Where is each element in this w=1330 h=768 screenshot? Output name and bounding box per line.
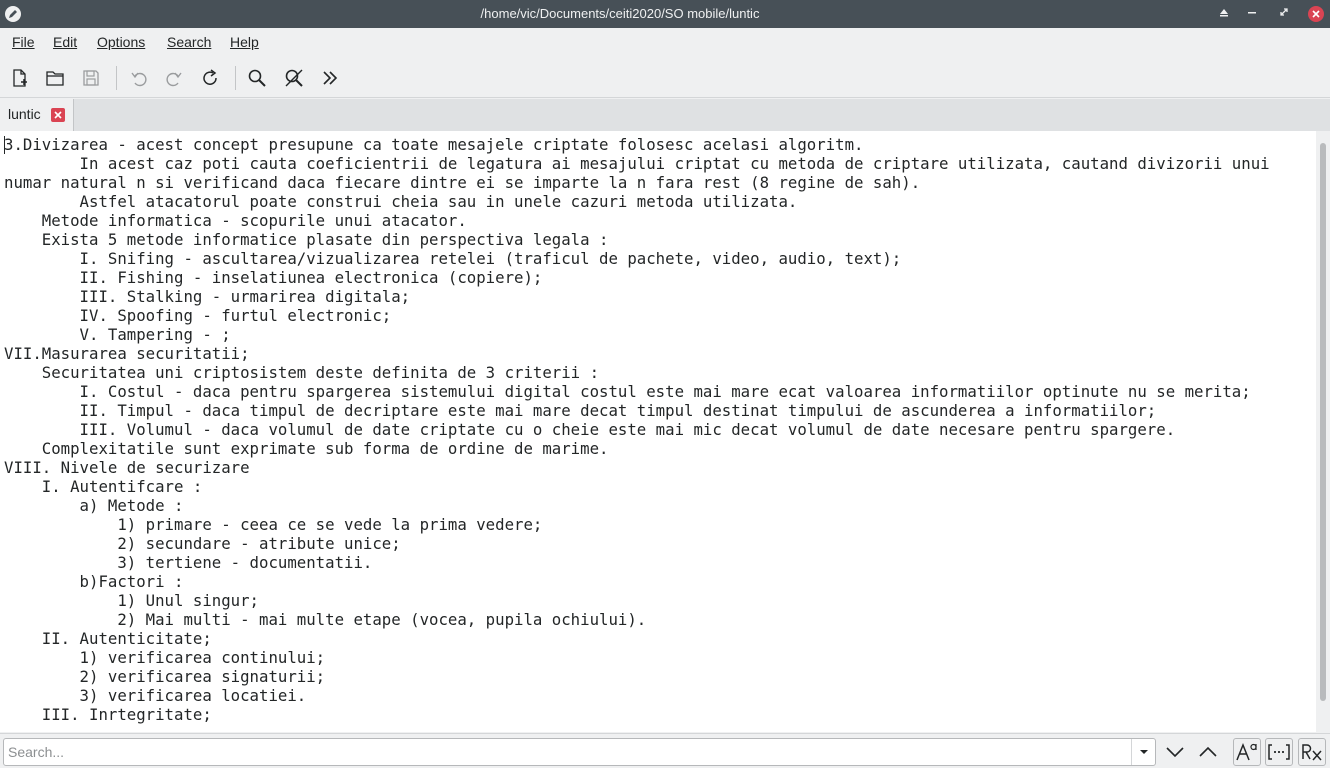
reload-icon[interactable] (196, 64, 224, 92)
whole-words-icon[interactable] (1265, 738, 1293, 766)
tab-luntic[interactable]: luntic (0, 99, 74, 131)
tab-bar: luntic (0, 99, 1330, 131)
search-bar (0, 733, 1330, 768)
menu-search[interactable]: Search (167, 34, 211, 50)
toolbar (0, 58, 1330, 98)
open-folder-icon[interactable] (41, 64, 69, 92)
regex-icon[interactable] (1298, 738, 1326, 766)
search-field[interactable] (3, 738, 1156, 766)
search-input[interactable] (8, 742, 1128, 762)
match-case-icon[interactable] (1233, 738, 1261, 766)
save-icon[interactable] (77, 64, 105, 92)
menu-file[interactable]: File (12, 34, 35, 50)
find-icon[interactable] (243, 64, 271, 92)
tab-label: luntic (8, 106, 41, 122)
redo-icon[interactable] (160, 64, 188, 92)
window-title: /home/vic/Documents/ceiti2020/SO mobile/… (480, 6, 760, 21)
text-caret (4, 136, 5, 154)
find-next-icon[interactable] (1161, 738, 1189, 766)
search-history-dropdown[interactable] (1131, 739, 1155, 765)
scrollbar-thumb[interactable] (1320, 143, 1326, 701)
menu-bar: File Edit Options Search Help (0, 28, 1330, 58)
menu-edit[interactable]: Edit (53, 34, 77, 50)
more-icon[interactable] (316, 64, 344, 92)
close-window-icon[interactable] (1308, 6, 1324, 22)
undo-icon[interactable] (125, 64, 153, 92)
document-text[interactable]: 3.Divizarea - acest concept presupune ca… (4, 135, 1270, 724)
tab-close-icon[interactable] (51, 108, 65, 122)
replace-icon[interactable] (280, 64, 308, 92)
title-bar: /home/vic/Documents/ceiti2020/SO mobile/… (0, 0, 1330, 28)
new-document-icon[interactable] (6, 64, 34, 92)
find-previous-icon[interactable] (1194, 738, 1222, 766)
vertical-scrollbar[interactable] (1316, 131, 1330, 732)
menu-options[interactable]: Options (97, 34, 145, 50)
maximize-icon[interactable] (1276, 6, 1292, 22)
text-editor[interactable]: 3.Divizarea - acest concept presupune ca… (0, 131, 1316, 732)
minimize-icon[interactable] (1244, 6, 1260, 22)
toolbar-separator (116, 66, 117, 90)
keep-above-icon[interactable] (1216, 6, 1232, 22)
toolbar-separator (235, 66, 236, 90)
menu-help[interactable]: Help (230, 34, 259, 50)
